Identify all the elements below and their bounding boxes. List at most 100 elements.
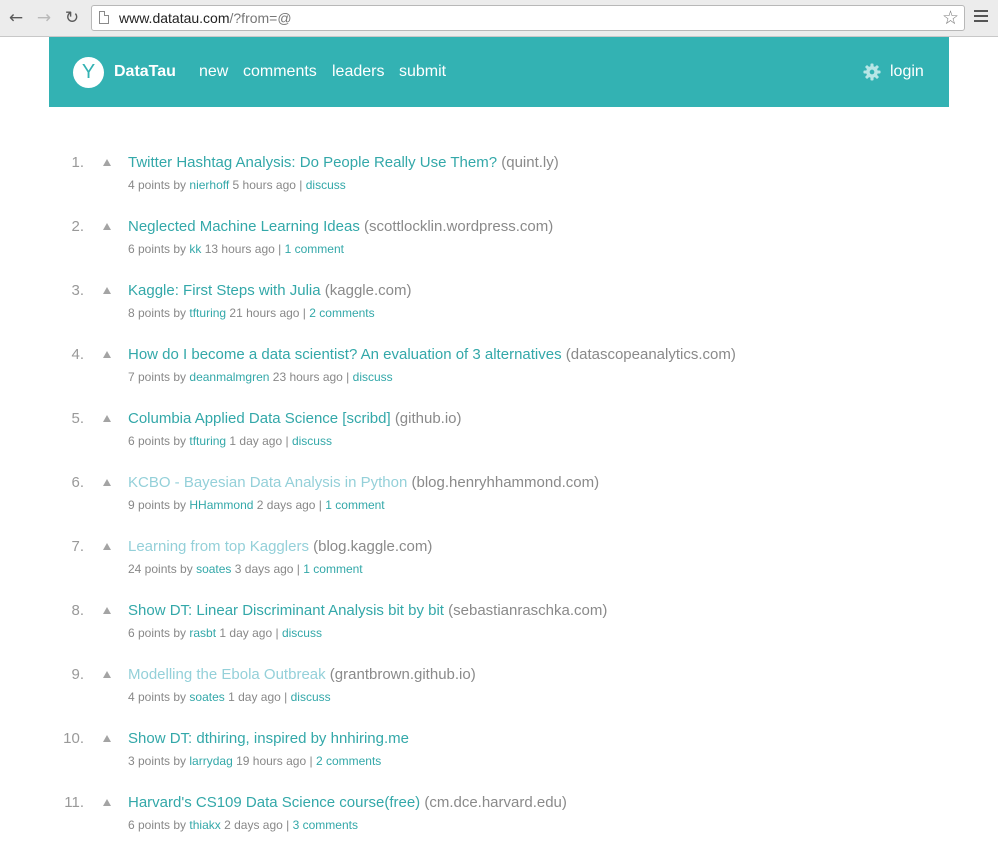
nav-submit[interactable]: submit [399, 63, 446, 81]
story-user-link[interactable]: nierhoff [189, 178, 229, 192]
brand-link[interactable]: DataTau [114, 63, 176, 81]
upvote-arrow-icon[interactable] [103, 735, 111, 742]
story-comments-link[interactable]: discuss [306, 178, 346, 192]
story-user-link[interactable]: tfturing [189, 306, 226, 320]
story-comments-link[interactable]: 2 comments [316, 754, 381, 768]
login-link[interactable]: login [890, 63, 924, 81]
upvote-arrow-icon[interactable] [103, 607, 111, 614]
story-points: 24 points by [128, 562, 193, 576]
story-subtext: 6 points by rasbt 1 day ago | discuss [128, 626, 322, 640]
browser-menu-icon[interactable] [974, 10, 988, 25]
story-age: 2 days ago | [224, 818, 290, 832]
gear-icon[interactable] [863, 63, 881, 81]
story-age: 21 hours ago | [229, 306, 306, 320]
story-title-link[interactable]: Harvard's CS109 Data Science course(free… [128, 794, 420, 811]
story-title-link[interactable]: Kaggle: First Steps with Julia [128, 282, 321, 299]
story-domain: (grantbrown.github.io) [329, 666, 476, 683]
story-points: 6 points by [128, 242, 187, 256]
story-user-link[interactable]: rasbt [189, 626, 216, 640]
story-points: 7 points by [128, 370, 187, 384]
story-user-link[interactable]: HHammond [189, 498, 253, 512]
story-domain: (quint.ly) [501, 154, 559, 171]
story-title-link[interactable]: Twitter Hashtag Analysis: Do People Real… [128, 154, 497, 171]
story-title-link[interactable]: How do I become a data scientist? An eva… [128, 346, 562, 363]
story-item: 10. Show DT: dthiring, inspired by hnhir… [0, 730, 998, 790]
upvote-arrow-icon[interactable] [103, 799, 111, 806]
site-logo[interactable]: Y [73, 57, 104, 88]
forward-arrow-icon[interactable]: → [34, 8, 54, 28]
story-item: 1. Twitter Hashtag Analysis: Do People R… [0, 154, 998, 214]
story-domain: (github.io) [394, 410, 462, 427]
upvote-arrow-icon[interactable] [103, 671, 111, 678]
story-comments-link[interactable]: discuss [282, 626, 322, 640]
story-rank: 11. [64, 794, 84, 811]
story-title-link[interactable]: Show DT: dthiring, inspired by hnhiring.… [128, 730, 409, 747]
story-user-link[interactable]: kk [189, 242, 201, 256]
story-age: 5 hours ago | [232, 178, 303, 192]
story-age: 1 day ago | [229, 434, 289, 448]
story-subtext: 6 points by thiakx 2 days ago | 3 commen… [128, 818, 358, 832]
story-title-link[interactable]: Columbia Applied Data Science [scribd] [128, 410, 391, 427]
story-rank: 5. [71, 410, 84, 427]
story-points: 6 points by [128, 818, 187, 832]
story-user-link[interactable]: thiakx [189, 818, 220, 832]
story-domain: (blog.kaggle.com) [313, 538, 433, 555]
story-subtext: 6 points by tfturing 1 day ago | discuss [128, 434, 332, 448]
nav-new[interactable]: new [199, 63, 228, 81]
story-comments-link[interactable]: discuss [291, 690, 331, 704]
story-rank: 10. [63, 730, 84, 747]
story-age: 23 hours ago | [272, 370, 350, 384]
page-icon [99, 11, 109, 24]
story-subtext: 24 points by soates 3 days ago | 1 comme… [128, 562, 363, 576]
story-comments-link[interactable]: 1 comment [303, 562, 362, 576]
story-rank: 8. [71, 602, 84, 619]
story-user-link[interactable]: larrydag [189, 754, 232, 768]
story-subtext: 4 points by nierhoff 5 hours ago | discu… [128, 178, 346, 192]
upvote-arrow-icon[interactable] [103, 223, 111, 230]
story-age: 1 day ago | [228, 690, 288, 704]
story-age: 13 hours ago | [204, 242, 282, 256]
upvote-arrow-icon[interactable] [103, 159, 111, 166]
bookmark-star-icon[interactable]: ☆ [942, 7, 959, 29]
story-points: 4 points by [128, 178, 187, 192]
story-title-link[interactable]: Neglected Machine Learning Ideas [128, 218, 360, 235]
upvote-arrow-icon[interactable] [103, 479, 111, 486]
story-comments-link[interactable]: discuss [353, 370, 393, 384]
story-points: 9 points by [128, 498, 187, 512]
story-title-link[interactable]: Learning from top Kagglers [128, 538, 309, 555]
upvote-arrow-icon[interactable] [103, 287, 111, 294]
upvote-arrow-icon[interactable] [103, 543, 111, 550]
story-comments-link[interactable]: 1 comment [325, 498, 384, 512]
upvote-arrow-icon[interactable] [103, 415, 111, 422]
story-item: 4. How do I become a data scientist? An … [0, 346, 998, 406]
story-user-link[interactable]: deanmalmgren [189, 370, 269, 384]
story-points: 6 points by [128, 626, 187, 640]
back-arrow-icon[interactable]: ← [6, 8, 26, 28]
story-item: 2. Neglected Machine Learning Ideas (sco… [0, 218, 998, 278]
url-text[interactable]: www.datatau.com/?from=@ [119, 10, 292, 26]
reload-icon[interactable]: ↻ [62, 8, 82, 28]
story-title-link[interactable]: Show DT: Linear Discriminant Analysis bi… [128, 602, 444, 619]
story-subtext: 6 points by kk 13 hours ago | 1 comment [128, 242, 344, 256]
story-domain: (sebastianraschka.com) [448, 602, 608, 619]
story-title-link[interactable]: KCBO - Bayesian Data Analysis in Python [128, 474, 407, 491]
url-host: www.datatau.com [119, 10, 230, 26]
story-rank: 7. [71, 538, 84, 555]
address-bar[interactable]: www.datatau.com/?from=@ ☆ [91, 5, 965, 31]
story-item: 7. Learning from top Kagglers (blog.kagg… [0, 538, 998, 598]
story-user-link[interactable]: soates [196, 562, 231, 576]
nav-leaders[interactable]: leaders [332, 63, 384, 81]
url-path: /?from=@ [229, 10, 292, 26]
story-comments-link[interactable]: 3 comments [293, 818, 358, 832]
story-comments-link[interactable]: discuss [292, 434, 332, 448]
story-user-link[interactable]: soates [189, 690, 224, 704]
story-comments-link[interactable]: 1 comment [285, 242, 344, 256]
nav-comments[interactable]: comments [243, 63, 317, 81]
story-user-link[interactable]: tfturing [189, 434, 226, 448]
story-domain: (cm.dce.harvard.edu) [424, 794, 567, 811]
story-age: 19 hours ago | [236, 754, 313, 768]
story-comments-link[interactable]: 2 comments [309, 306, 374, 320]
story-rank: 4. [71, 346, 84, 363]
story-title-link[interactable]: Modelling the Ebola Outbreak [128, 666, 326, 683]
upvote-arrow-icon[interactable] [103, 351, 111, 358]
